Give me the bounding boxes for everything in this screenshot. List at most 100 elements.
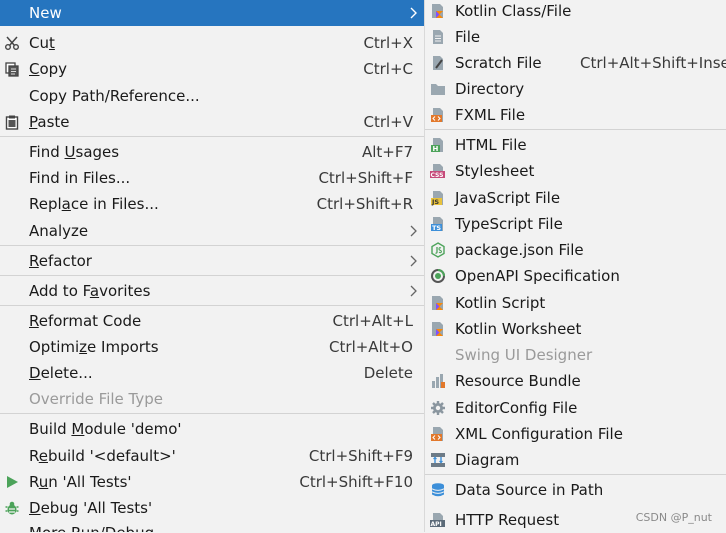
submenu-item-label: Kotlin Worksheet <box>455 320 582 338</box>
menu-separator <box>425 129 726 130</box>
submenu-item-label: XML Configuration File <box>455 425 623 443</box>
menu-item-label: Analyze <box>29 222 89 240</box>
submenu-item-diagram[interactable]: Diagram <box>425 447 726 473</box>
menu-separator <box>0 413 424 414</box>
context-menu: New Cut Ctrl+X Copy Ctrl+C Copy Path/Ref… <box>0 0 424 532</box>
html-file-icon: H <box>430 137 446 153</box>
submenu-item-directory[interactable]: Directory <box>425 76 726 102</box>
submenu-item-label: JavaScript File <box>455 189 561 207</box>
kotlin-worksheet-icon <box>430 321 446 337</box>
svg-text:TS: TS <box>432 224 441 232</box>
menu-item-new[interactable]: New <box>0 0 424 26</box>
menu-item-label: Reformat Code <box>29 312 142 330</box>
menu-item-debug[interactable]: Debug 'All Tests' <box>0 495 424 521</box>
svg-text:JS: JS <box>431 198 439 206</box>
diagram-icon <box>430 452 446 468</box>
folder-icon <box>430 81 446 97</box>
menu-item-label: Override File Type <box>29 390 163 408</box>
submenu-item-label: TypeScript File <box>455 215 563 233</box>
menu-item-label: Find Usages <box>29 143 120 161</box>
menu-item-copy[interactable]: Copy Ctrl+C <box>0 56 424 82</box>
submenu-item-file[interactable]: File <box>425 24 726 50</box>
submenu-item-label: Stylesheet <box>455 162 535 180</box>
menu-item-label: Replace in Files... <box>29 195 159 213</box>
menu-item-delete[interactable]: Delete... Delete <box>0 360 424 386</box>
submenu-item-editorconfig[interactable]: EditorConfig File <box>425 395 726 421</box>
chevron-right-icon <box>410 7 417 19</box>
shortcut-hint: Ctrl+Shift+F10 <box>299 473 413 491</box>
shortcut-hint: Ctrl+Alt+Shift+Insert <box>580 54 726 72</box>
menu-item-label: Delete... <box>29 364 93 382</box>
svg-text:CSS: CSS <box>431 172 444 179</box>
menu-item-label: Run 'All Tests' <box>29 473 132 491</box>
submenu-item-fxml-file[interactable]: FXML File <box>425 102 726 128</box>
menu-item-label: Copy Path/Reference... <box>29 87 200 105</box>
submenu-item-javascript-file[interactable]: JS JavaScript File <box>425 185 726 211</box>
new-submenu: Kotlin Class/File File Scratch File Ctrl… <box>424 0 726 532</box>
menu-item-find-usages[interactable]: Find Usages Alt+F7 <box>0 139 424 165</box>
menu-item-reformat-code[interactable]: Reformat Code Ctrl+Alt+L <box>0 308 424 334</box>
submenu-item-label: FXML File <box>455 106 526 124</box>
database-icon <box>430 482 446 498</box>
typescript-file-icon: TS <box>430 216 446 232</box>
menu-item-refactor[interactable]: Refactor <box>0 248 424 274</box>
scissors-icon <box>4 35 20 51</box>
submenu-item-label: OpenAPI Specification <box>455 267 620 285</box>
menu-item-more-run-debug[interactable]: More Run/Debug <box>0 521 424 532</box>
menu-item-rebuild[interactable]: Rebuild '<default>' Ctrl+Shift+F9 <box>0 443 424 469</box>
submenu-item-html-file[interactable]: H HTML File <box>425 132 726 158</box>
menu-item-analyze[interactable]: Analyze <box>0 218 424 244</box>
menu-item-find-in-files[interactable]: Find in Files... Ctrl+Shift+F <box>0 165 424 191</box>
submenu-item-label: HTTP Request <box>455 511 560 529</box>
submenu-item-label: EditorConfig File <box>455 399 578 417</box>
submenu-item-label: Kotlin Script <box>455 294 546 312</box>
menu-item-label: More Run/Debug <box>29 524 154 532</box>
submenu-item-data-source-in-path[interactable]: Data Source in Path <box>425 477 726 503</box>
menu-item-cut[interactable]: Cut Ctrl+X <box>0 30 424 56</box>
menu-separator <box>425 474 726 475</box>
resource-bundle-icon <box>430 373 446 389</box>
fxml-file-icon <box>430 107 446 123</box>
chevron-right-icon <box>410 225 417 237</box>
submenu-item-label: File <box>455 28 481 46</box>
menu-item-copy-path[interactable]: Copy Path/Reference... <box>0 83 424 109</box>
submenu-item-kotlin-script[interactable]: Kotlin Script <box>425 290 726 316</box>
menu-item-label: Add to Favorites <box>29 282 151 300</box>
menu-item-run[interactable]: Run 'All Tests' Ctrl+Shift+F10 <box>0 469 424 495</box>
clipboard-icon <box>4 114 20 130</box>
submenu-item-scratch-file[interactable]: Scratch File Ctrl+Alt+Shift+Insert <box>425 50 726 76</box>
submenu-item-openapi[interactable]: OpenAPI Specification <box>425 263 726 289</box>
menu-item-build-module[interactable]: Build Module 'demo' <box>0 416 424 442</box>
chevron-right-icon <box>410 285 417 297</box>
menu-item-label: Optimize Imports <box>29 338 159 356</box>
api-icon: API <box>430 512 446 528</box>
submenu-item-kotlin-class[interactable]: Kotlin Class/File <box>425 0 726 24</box>
menu-item-label: Cut <box>29 34 55 52</box>
gear-icon <box>430 400 446 416</box>
submenu-item-xml-configuration[interactable]: XML Configuration File <box>425 421 726 447</box>
submenu-item-stylesheet[interactable]: CSS Stylesheet <box>425 158 726 184</box>
submenu-item-resource-bundle[interactable]: Resource Bundle <box>425 368 726 394</box>
menu-item-replace-in-files[interactable]: Replace in Files... Ctrl+Shift+R <box>0 191 424 217</box>
menu-item-label: New <box>29 4 62 22</box>
chevron-right-icon <box>410 255 417 267</box>
submenu-item-kotlin-worksheet[interactable]: Kotlin Worksheet <box>425 316 726 342</box>
shortcut-hint: Ctrl+Alt+L <box>332 312 414 330</box>
menu-item-add-to-favorites[interactable]: Add to Favorites <box>0 278 424 304</box>
menu-separator <box>0 275 424 276</box>
scratch-file-icon <box>430 55 446 71</box>
shortcut-hint: Ctrl+C <box>363 60 413 78</box>
submenu-item-package-json[interactable]: package.json File <box>425 237 726 263</box>
run-icon <box>4 474 20 490</box>
file-icon <box>430 29 446 45</box>
svg-text:API: API <box>431 521 442 528</box>
submenu-item-label: Swing UI Designer <box>455 346 593 364</box>
shortcut-hint: Ctrl+Shift+F <box>318 169 413 187</box>
menu-item-paste[interactable]: Paste Ctrl+V <box>0 109 424 135</box>
menu-item-optimize-imports[interactable]: Optimize Imports Ctrl+Alt+O <box>0 334 424 360</box>
menu-item-label: Paste <box>29 113 70 131</box>
css-file-icon: CSS <box>430 163 446 179</box>
submenu-item-typescript-file[interactable]: TS TypeScript File <box>425 211 726 237</box>
menu-separator <box>0 245 424 246</box>
shortcut-hint: Ctrl+V <box>363 113 413 131</box>
